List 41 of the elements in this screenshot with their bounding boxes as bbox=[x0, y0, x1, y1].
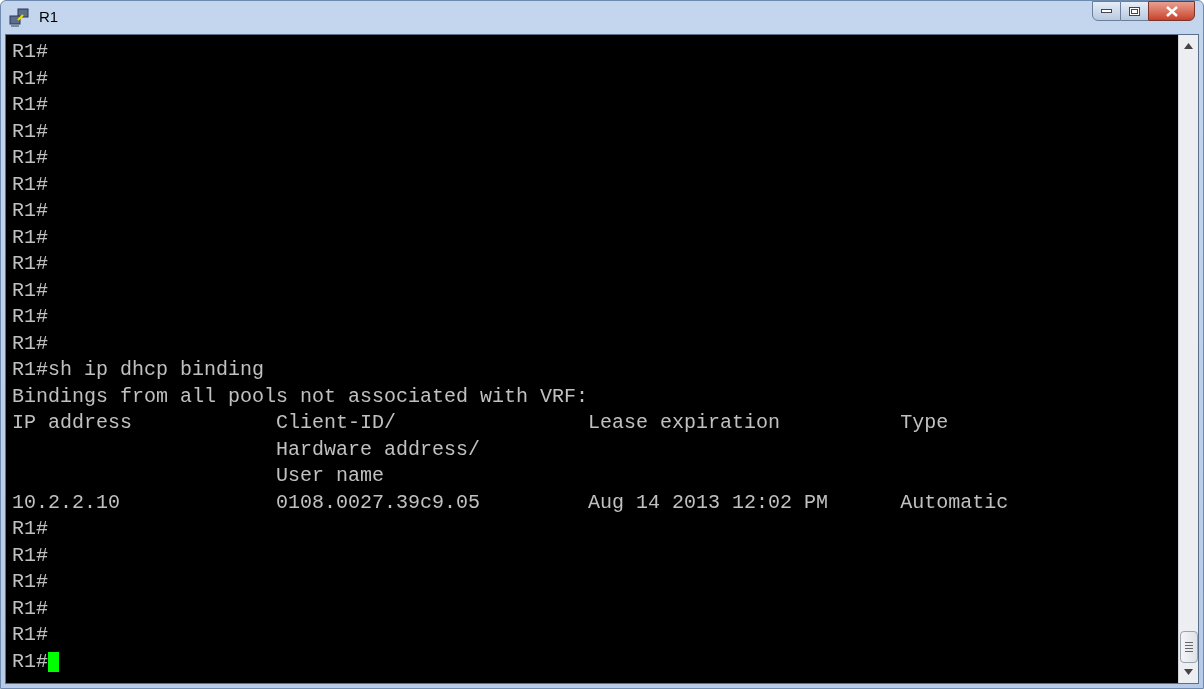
maximize-button[interactable] bbox=[1121, 1, 1148, 21]
terminal-line: R1# bbox=[12, 148, 48, 169]
table-cell: Automatic bbox=[900, 490, 1009, 514]
terminal-line: R1# bbox=[12, 42, 48, 63]
terminal-line: R1# bbox=[12, 254, 48, 275]
table-cell: Client-ID/ bbox=[276, 411, 397, 435]
table-cell: IP address bbox=[12, 411, 133, 435]
scroll-thumb[interactable] bbox=[1179, 631, 1198, 663]
terminal-line: R1# bbox=[12, 651, 48, 672]
computers-icon bbox=[9, 7, 31, 28]
close-button[interactable] bbox=[1148, 1, 1195, 21]
terminal-line: R1# bbox=[12, 625, 48, 646]
close-icon bbox=[1165, 5, 1178, 17]
scroll-down-icon[interactable] bbox=[1184, 669, 1193, 675]
window-title: R1 bbox=[39, 7, 59, 28]
scroll-up-icon[interactable] bbox=[1184, 43, 1193, 49]
maximize-icon bbox=[1129, 6, 1140, 16]
terminal-line: R1# bbox=[12, 307, 48, 328]
table-cell: Aug 14 2013 12:02 PM bbox=[588, 490, 829, 514]
table-cell: Hardware address/ bbox=[276, 437, 481, 461]
table-cell: 10.2.2.10 bbox=[12, 490, 121, 514]
table-cell: Lease expiration bbox=[588, 411, 781, 435]
table-cell: User name bbox=[276, 464, 385, 488]
table-cell: 0108.0027.39c9.05 bbox=[276, 490, 481, 514]
minimize-icon bbox=[1101, 9, 1112, 13]
minimize-button[interactable] bbox=[1092, 1, 1121, 21]
terminal-line: R1# bbox=[12, 227, 48, 248]
terminal-line: R1# bbox=[12, 572, 48, 593]
terminal-line: R1# bbox=[12, 545, 48, 566]
table-cell: Type bbox=[900, 411, 949, 435]
terminal-line: R1# bbox=[12, 333, 48, 354]
terminal-line: R1#sh ip dhcp binding bbox=[12, 360, 265, 381]
terminal-line: R1# bbox=[12, 95, 48, 116]
terminal-line: R1# bbox=[12, 201, 48, 222]
terminal-line: R1# bbox=[12, 121, 48, 142]
terminal-line: R1# bbox=[12, 598, 48, 619]
terminal-line: R1# bbox=[12, 174, 48, 195]
terminal-line: R1# bbox=[12, 519, 48, 540]
terminal-line: R1# bbox=[12, 68, 48, 89]
terminal-line: Bindings from all pools not associated with VRF: bbox=[12, 386, 589, 407]
terminal-line: R1# bbox=[12, 280, 48, 301]
